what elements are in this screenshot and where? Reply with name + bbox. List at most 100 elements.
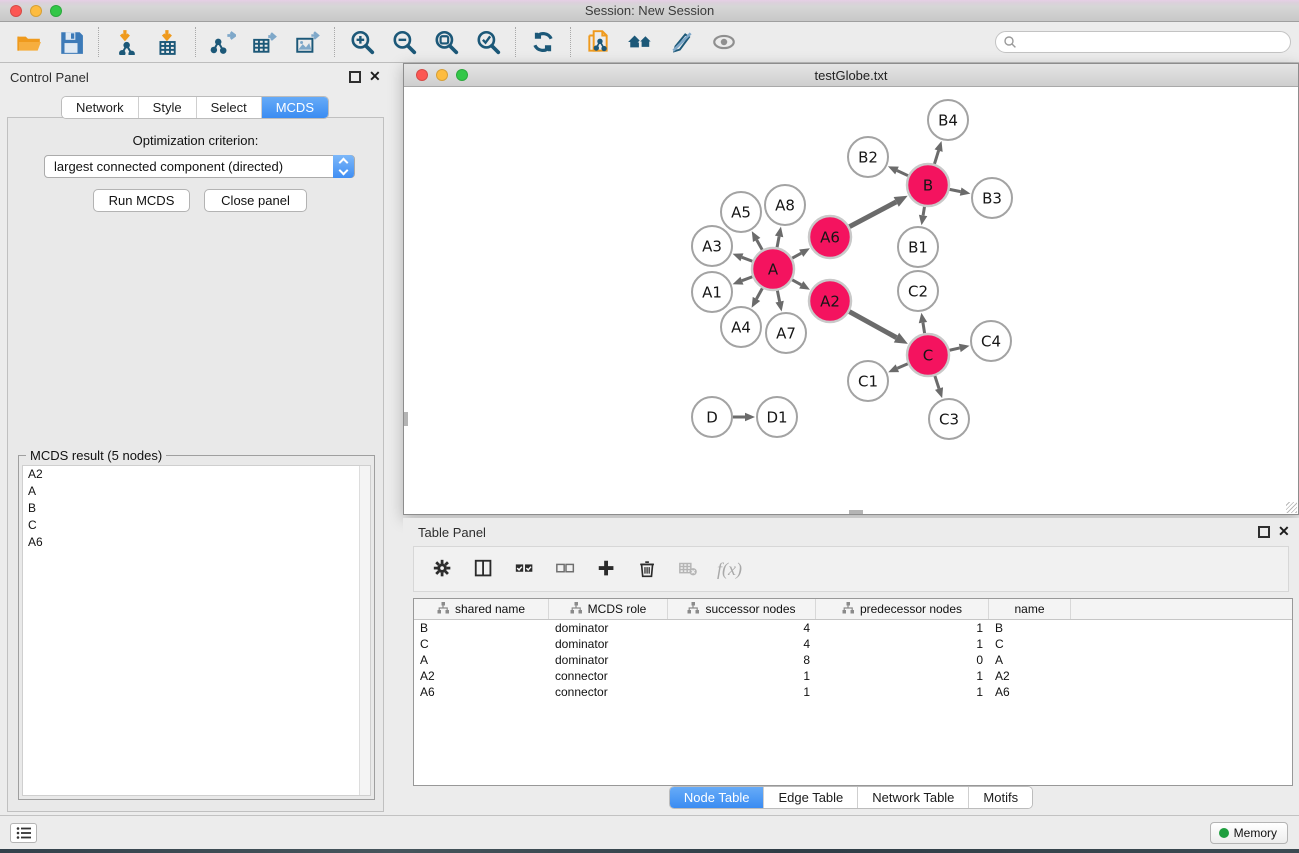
table-cell[interactable]: 1 (668, 669, 816, 683)
table-row[interactable]: A6connector11A6 (414, 684, 1292, 700)
edge-B-B3[interactable] (950, 189, 961, 191)
table-cell[interactable]: connector (549, 685, 668, 699)
table-cell[interactable]: 1 (668, 685, 816, 699)
table-cell[interactable]: 4 (668, 637, 816, 651)
zoom-out-button[interactable] (383, 25, 425, 59)
export-image-button[interactable] (286, 25, 328, 59)
result-list-item[interactable]: A2 (23, 466, 370, 483)
column-header-predecessor-nodes[interactable]: predecessor nodes (816, 599, 989, 619)
table-row[interactable]: Bdominator41B (414, 620, 1292, 636)
result-list-item[interactable]: C (23, 517, 370, 534)
network-zoom-button[interactable] (456, 69, 468, 81)
edge-A2-C[interactable] (849, 312, 896, 338)
table-cell[interactable]: dominator (549, 621, 668, 635)
splitter-handle-left[interactable] (404, 412, 408, 426)
edge-C-C3[interactable] (935, 376, 939, 389)
select-all-checks-button[interactable] (506, 551, 543, 587)
edge-A-A2[interactable] (792, 280, 801, 285)
show-graphics-details-button[interactable] (703, 25, 745, 59)
close-panel-icon[interactable]: ✕ (369, 71, 381, 83)
table-cell[interactable]: A6 (989, 685, 1071, 699)
table-cell[interactable]: 1 (816, 669, 989, 683)
edge-A-A8[interactable] (777, 236, 779, 247)
import-table-button[interactable] (147, 25, 189, 59)
zoom-window-button[interactable] (50, 5, 62, 17)
export-table-button[interactable] (244, 25, 286, 59)
hide-annotations-button[interactable] (661, 25, 703, 59)
float-panel-icon[interactable] (349, 71, 361, 83)
edge-A-A3[interactable] (742, 257, 752, 261)
delete-rows-button[interactable] (629, 551, 666, 587)
table-options-gear-button[interactable] (424, 551, 461, 587)
edge-C-C4[interactable] (949, 348, 959, 350)
network-canvas[interactable]: B4B2BB3A8A5A6A3B1AA1C2A2A4A7C4CC1C3DD1 (404, 87, 1298, 514)
edge-A-A7[interactable] (777, 291, 779, 302)
mcds-result-list[interactable]: A2ABCA6 (22, 465, 371, 796)
table-row[interactable]: Adominator80A (414, 652, 1292, 668)
zoom-selected-button[interactable] (467, 25, 509, 59)
column-header-shared-name[interactable]: shared name (414, 599, 549, 619)
table-cell[interactable]: 1 (816, 621, 989, 635)
zoom-in-button[interactable] (341, 25, 383, 59)
refresh-button[interactable] (522, 25, 564, 59)
zoom-fit-button[interactable] (425, 25, 467, 59)
result-scrollbar[interactable] (359, 466, 370, 795)
tab-select[interactable]: Select (197, 97, 262, 118)
import-network-button[interactable] (105, 25, 147, 59)
network-window-titlebar[interactable]: testGlobe.txt (404, 64, 1298, 87)
edge-C-C2[interactable] (923, 323, 925, 334)
edge-A-A6[interactable] (792, 253, 801, 258)
tab-motifs[interactable]: Motifs (969, 787, 1032, 808)
edge-C-C1[interactable] (897, 364, 907, 369)
table-cell[interactable]: B (989, 621, 1071, 635)
table-cell[interactable]: B (414, 621, 549, 635)
table-cell[interactable]: 1 (816, 637, 989, 651)
tab-network[interactable]: Network (62, 97, 139, 118)
network-close-button[interactable] (416, 69, 428, 81)
tab-mcds[interactable]: MCDS (262, 97, 328, 118)
table-cell[interactable]: A6 (414, 685, 549, 699)
column-header-name[interactable]: name (989, 599, 1071, 619)
splitter-handle-bottom[interactable] (849, 510, 863, 514)
table-cell[interactable]: C (989, 637, 1071, 651)
edge-B-B2[interactable] (897, 171, 908, 176)
minimize-window-button[interactable] (30, 5, 42, 17)
edge-A6-B[interactable] (849, 202, 896, 227)
table-float-panel-icon[interactable] (1258, 526, 1270, 538)
table-cell[interactable]: A2 (989, 669, 1071, 683)
network-from-selection-button[interactable] (577, 25, 619, 59)
deselect-all-checks-button[interactable] (547, 551, 584, 587)
table-close-panel-icon[interactable]: ✕ (1278, 526, 1290, 538)
result-list-item[interactable]: B (23, 500, 370, 517)
tab-network-table[interactable]: Network Table (858, 787, 969, 808)
edge-A-A1[interactable] (742, 277, 752, 281)
resize-grip[interactable] (1286, 502, 1297, 513)
cybrowser-home-button[interactable] (619, 25, 661, 59)
table-cell[interactable]: dominator (549, 637, 668, 651)
table-cell[interactable]: connector (549, 669, 668, 683)
run-mcds-button[interactable]: Run MCDS (93, 189, 190, 212)
table-cell[interactable]: dominator (549, 653, 668, 667)
table-cell[interactable]: 0 (816, 653, 989, 667)
result-list-item[interactable]: A (23, 483, 370, 500)
show-columns-button[interactable] (465, 551, 502, 587)
result-list-item[interactable]: A6 (23, 534, 370, 551)
edge-B-B4[interactable] (934, 151, 938, 164)
table-cell[interactable]: 4 (668, 621, 816, 635)
save-session-button[interactable] (50, 25, 92, 59)
table-cell[interactable]: 1 (816, 685, 989, 699)
table-cell[interactable]: 8 (668, 653, 816, 667)
tab-style[interactable]: Style (139, 97, 197, 118)
memory-button[interactable]: Memory (1210, 822, 1288, 844)
tab-edge-table[interactable]: Edge Table (764, 787, 858, 808)
network-minimize-button[interactable] (436, 69, 448, 81)
search-input[interactable] (995, 31, 1291, 53)
close-window-button[interactable] (10, 5, 22, 17)
tab-node-table[interactable]: Node Table (670, 787, 765, 808)
criterion-dropdown[interactable]: largest connected component (directed) (44, 155, 355, 178)
table-cell[interactable]: A (414, 653, 549, 667)
open-session-button[interactable] (8, 25, 50, 59)
table-cell[interactable]: A2 (414, 669, 549, 683)
column-header-successor-nodes[interactable]: successor nodes (668, 599, 816, 619)
task-history-button[interactable] (10, 823, 37, 843)
